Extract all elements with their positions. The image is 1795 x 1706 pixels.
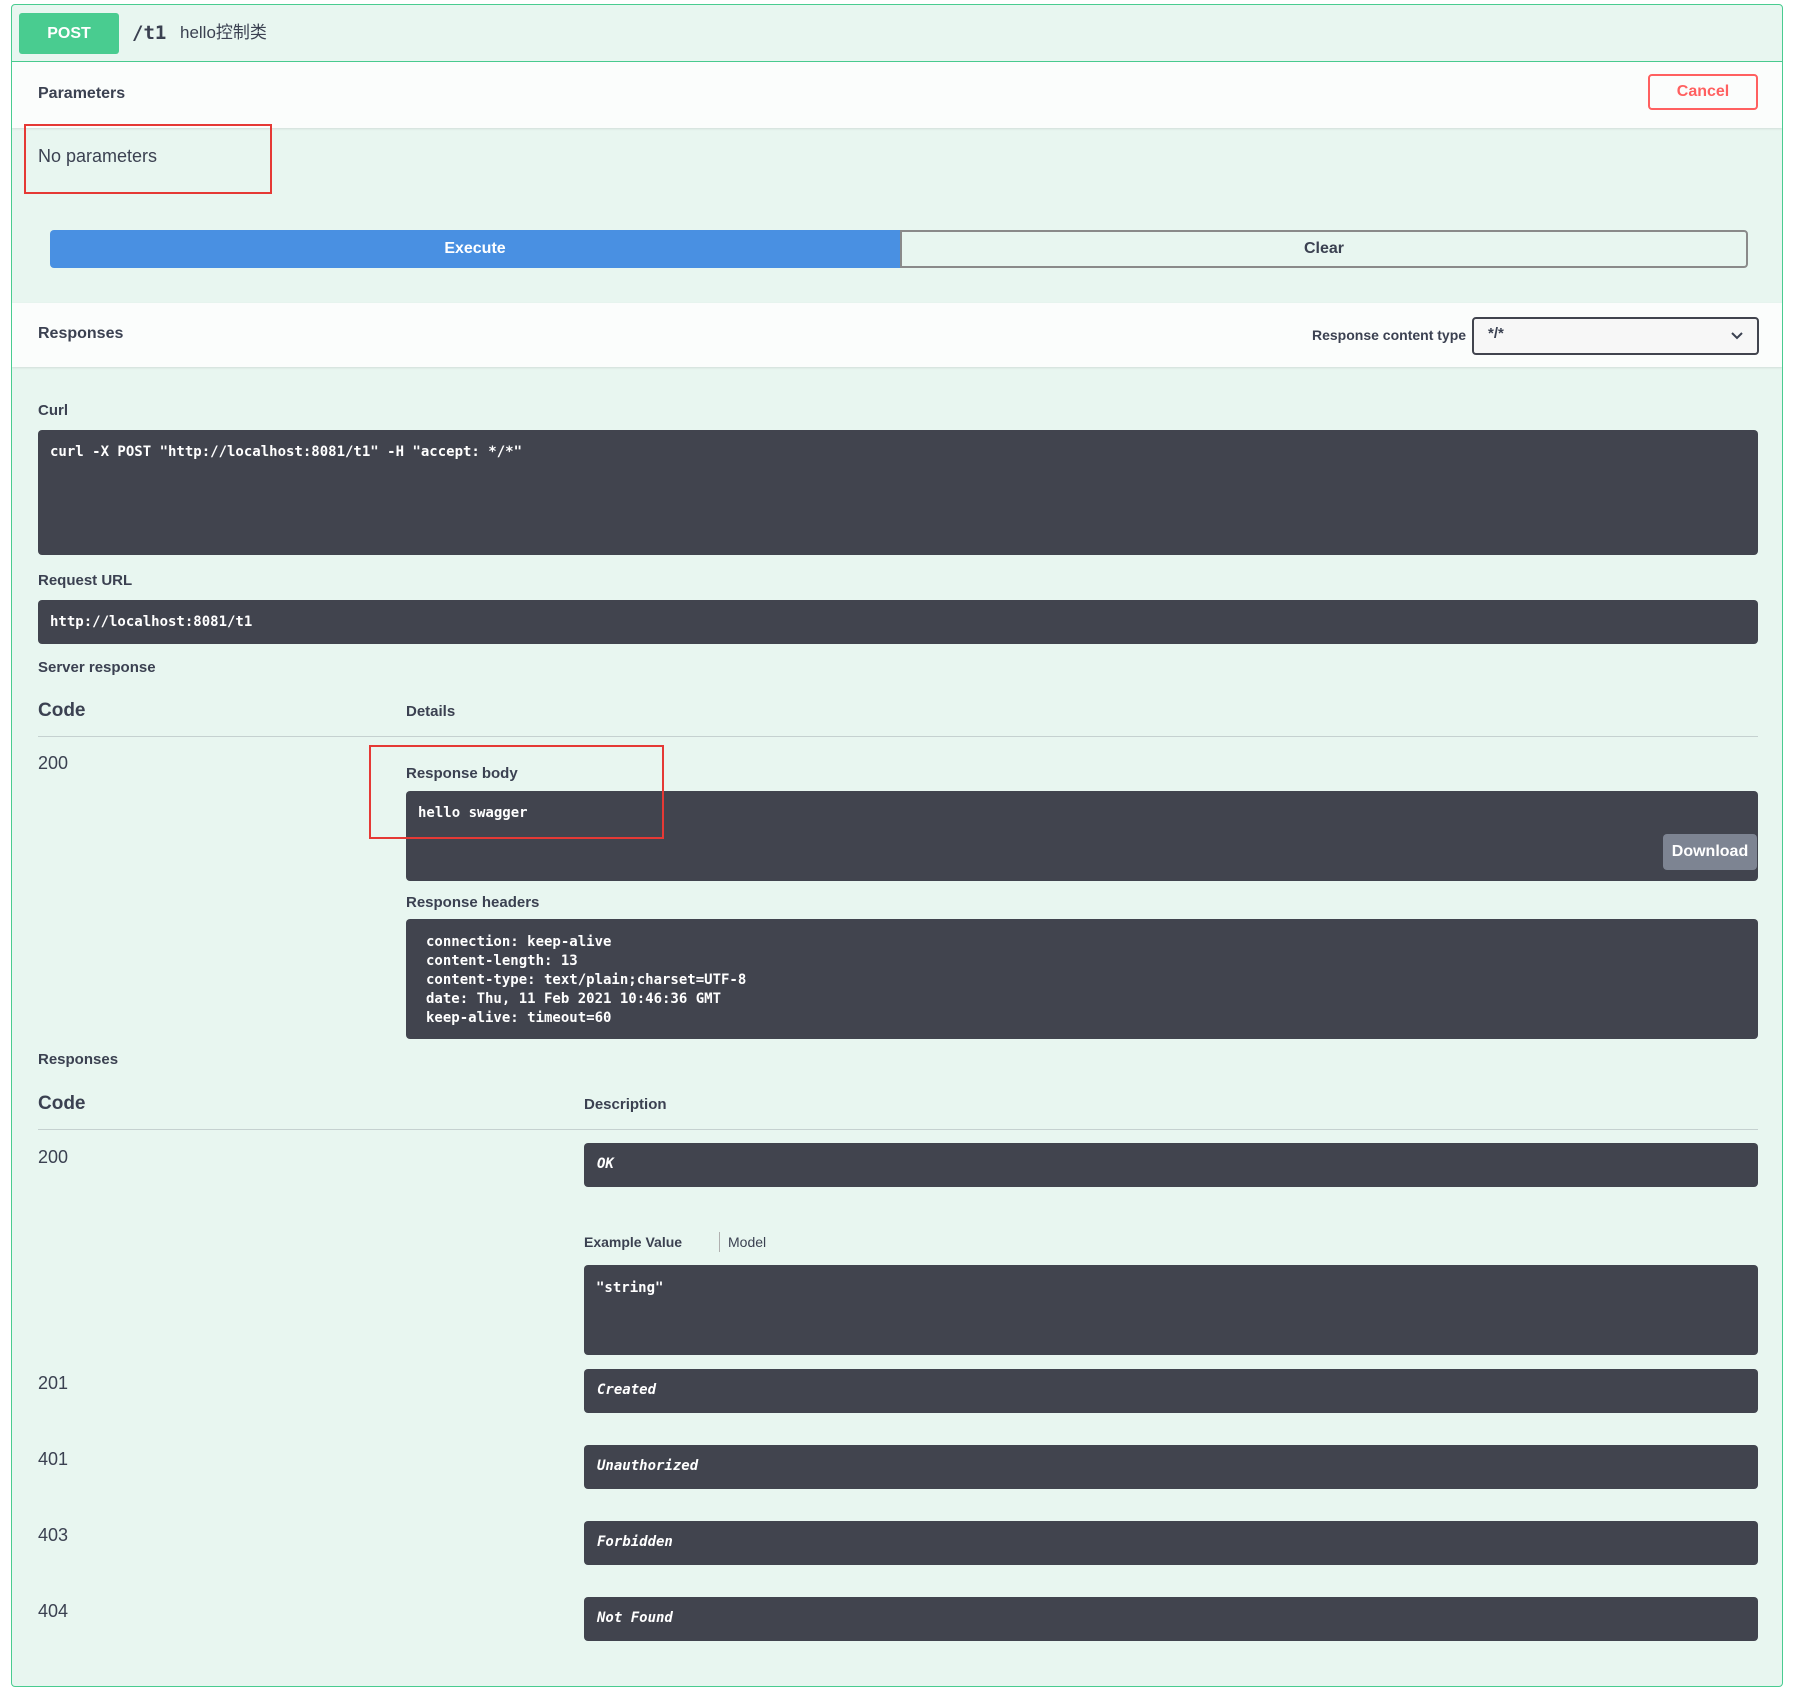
response-description: Created xyxy=(597,1382,657,1398)
response-header-line: content-type: text/plain;charset=UTF-8 xyxy=(426,972,747,988)
method-badge: POST xyxy=(19,13,119,54)
operation-path: /t1 xyxy=(132,22,167,44)
example-value-block[interactable]: "string" xyxy=(584,1265,1758,1355)
response-description-block: Forbidden xyxy=(584,1521,1758,1565)
operation-panel: POST /t1 hello控制类 Parameters Cancel No p… xyxy=(11,4,1783,1687)
response-code: 403 xyxy=(38,1525,69,1545)
curl-block[interactable]: curl -X POST "http://localhost:8081/t1" … xyxy=(38,430,1758,555)
operation-summary[interactable]: POST /t1 hello控制类 xyxy=(12,5,1782,62)
operation-description: hello控制类 xyxy=(180,23,267,42)
response-description-block: Unauthorized xyxy=(584,1445,1758,1489)
download-button[interactable]: Download xyxy=(1663,834,1757,870)
parameters-header: Parameters xyxy=(12,62,1782,128)
responses-title: Responses xyxy=(38,325,124,342)
request-url-label: Request URL xyxy=(38,572,133,589)
response-description: Not Found xyxy=(597,1610,673,1626)
response-header-line: date: Thu, 11 Feb 2021 10:46:36 GMT xyxy=(426,991,722,1007)
responses-label: Responses xyxy=(38,1051,119,1068)
response-header-line: connection: keep-alive xyxy=(426,934,612,950)
response-description: Unauthorized xyxy=(597,1458,699,1474)
response-header-line: content-length: 13 xyxy=(426,953,578,969)
cancel-button[interactable]: Cancel xyxy=(1648,74,1758,110)
responses-code-header: Code xyxy=(38,1093,86,1114)
response-headers-block[interactable]: connection: keep-alive content-length: 1… xyxy=(406,919,1758,1039)
response-description: OK xyxy=(597,1156,614,1172)
server-response-code: 200 xyxy=(38,753,69,773)
content-type-value: */* xyxy=(1488,325,1504,342)
tab-divider xyxy=(719,1232,720,1252)
response-code: 200 xyxy=(38,1147,69,1167)
example-value-text: "string" xyxy=(596,1280,664,1296)
response-header-line: keep-alive: timeout=60 xyxy=(426,1010,612,1026)
request-url-value: http://localhost:8081/t1 xyxy=(50,614,253,630)
curl-label: Curl xyxy=(38,402,68,419)
content-type-select[interactable]: */* xyxy=(1472,317,1759,355)
highlight-box-parameters xyxy=(24,124,272,194)
parameters-title: Parameters xyxy=(38,85,126,102)
execute-button[interactable]: Execute xyxy=(50,230,900,268)
response-description: Forbidden xyxy=(597,1534,673,1550)
highlight-box-response-body xyxy=(369,745,664,839)
server-response-details-header: Details xyxy=(406,703,456,720)
divider xyxy=(38,1129,1758,1130)
content-type-label: Response content type xyxy=(1312,327,1467,343)
response-description-block: Created xyxy=(584,1369,1758,1413)
response-headers-label: Response headers xyxy=(406,894,540,911)
divider xyxy=(38,736,1758,737)
response-code: 404 xyxy=(38,1601,69,1621)
response-code: 401 xyxy=(38,1449,69,1469)
example-value-tab[interactable]: Example Value xyxy=(584,1234,682,1250)
clear-button[interactable]: Clear xyxy=(900,230,1748,268)
model-tab[interactable]: Model xyxy=(728,1234,766,1250)
server-response-code-header: Code xyxy=(38,700,86,721)
server-response-label: Server response xyxy=(38,659,156,676)
response-description-block: Not Found xyxy=(584,1597,1758,1641)
chevron-down-icon xyxy=(1731,332,1743,340)
request-url-block[interactable]: http://localhost:8081/t1 xyxy=(38,600,1758,644)
responses-description-header: Description xyxy=(584,1096,667,1113)
curl-command: curl -X POST "http://localhost:8081/t1" … xyxy=(50,444,523,460)
response-description-block: OK xyxy=(584,1143,1758,1187)
response-code: 201 xyxy=(38,1373,69,1393)
